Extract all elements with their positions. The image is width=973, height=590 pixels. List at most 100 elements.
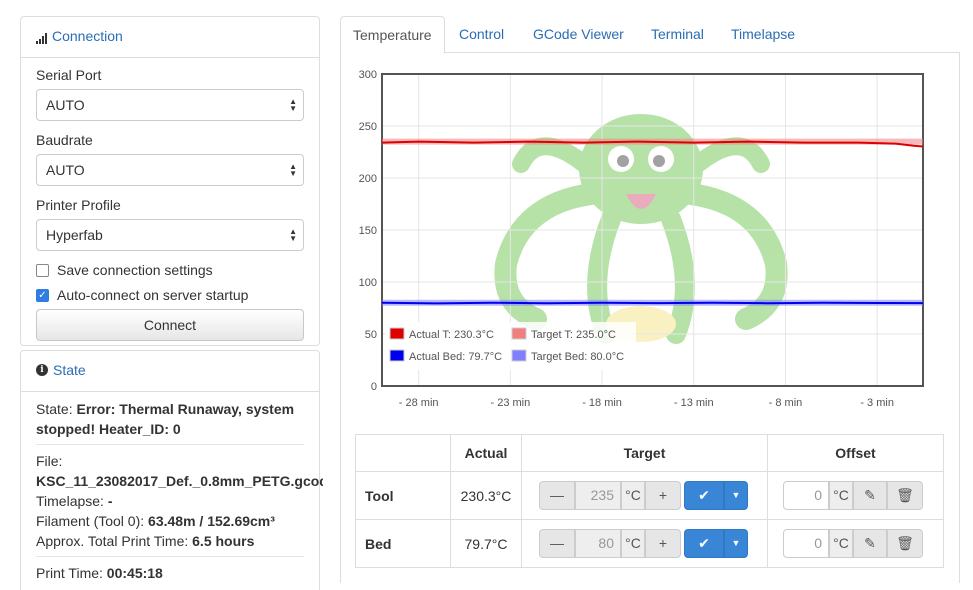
- x-tick-label: - 8 min: [769, 397, 803, 409]
- printer-profile-value: Hyperfab: [46, 227, 103, 243]
- tool-increase-button[interactable]: +: [645, 481, 681, 510]
- state-header[interactable]: i State: [36, 362, 86, 378]
- bed-offset-edit-button[interactable]: ✎: [853, 529, 887, 558]
- column-header-actual: Actual: [450, 434, 522, 472]
- legend-label: Actual T: 230.3°C: [409, 329, 494, 341]
- tool-target-unit: °C: [621, 481, 645, 510]
- row-name-bed: Bed: [355, 519, 451, 568]
- filament-line: Filament (Tool 0): 63.48m / 152.69cm³: [36, 513, 275, 529]
- file-label: File:: [36, 453, 63, 469]
- bed-target-dropdown-button[interactable]: ▼: [724, 529, 748, 558]
- table-row: Tool 230.3°C — 235 °C + ✔ ▼ 0 °C ✎ 🗑: [355, 471, 944, 520]
- x-tick-label: - 23 min: [490, 397, 530, 409]
- tool-set-target-button[interactable]: ✔: [684, 481, 724, 510]
- bed-offset-delete-button[interactable]: 🗑: [887, 529, 923, 558]
- file-value: KSC_11_23082017_Def._0.8mm_PETG.gcode: [36, 473, 323, 489]
- y-tick-label: 200: [359, 173, 377, 185]
- signal-icon: [36, 33, 47, 44]
- tool-offset-input[interactable]: 0: [783, 481, 829, 510]
- bed-offset-unit: °C: [829, 529, 853, 558]
- baudrate-label: Baudrate: [36, 132, 93, 148]
- checkmark-icon: ✔: [698, 535, 710, 551]
- octopus-watermark-icon: [494, 114, 788, 344]
- printer-profile-label: Printer Profile: [36, 197, 121, 213]
- tool-actual-value: 230.3°C: [450, 471, 522, 520]
- connection-title[interactable]: Connection: [52, 28, 123, 44]
- column-header-offset: Offset: [767, 434, 944, 472]
- select-arrows-icon: ▲ ▼: [289, 97, 297, 113]
- approx-time-line: Approx. Total Print Time: 6.5 hours: [36, 533, 255, 549]
- trash-icon: 🗑: [896, 535, 914, 551]
- tool-decrease-button[interactable]: —: [539, 481, 575, 510]
- bed-decrease-button[interactable]: —: [539, 529, 575, 558]
- tab-gcode-viewer[interactable]: GCode Viewer: [533, 16, 624, 53]
- checkbox-checked-icon[interactable]: ✓: [36, 288, 49, 302]
- connection-header[interactable]: Connection: [36, 28, 123, 44]
- state-value: Error: Thermal Runaway, system: [76, 401, 295, 417]
- legend-label: Actual Bed: 79.7°C: [409, 351, 502, 363]
- y-tick-label: 250: [359, 121, 377, 133]
- save-settings-checkbox[interactable]: Save connection settings: [36, 262, 213, 278]
- timelapse-line: Timelapse: -: [36, 493, 113, 509]
- autoconnect-checkbox[interactable]: ✓ Auto-connect on server startup: [36, 287, 248, 303]
- main-tabs: Temperature Control GCode Viewer Termina…: [340, 16, 960, 54]
- select-arrows-icon: ▲ ▼: [289, 162, 297, 178]
- tab-terminal[interactable]: Terminal: [651, 16, 704, 53]
- legend-label: Target Bed: 80.0°C: [531, 351, 624, 363]
- state-status-line2: stopped! Heater_ID: 0: [36, 421, 181, 437]
- state-value-cont: stopped! Heater_ID: 0: [36, 421, 181, 437]
- state-label: State:: [36, 401, 73, 417]
- tool-target-dropdown-button[interactable]: ▼: [724, 481, 748, 510]
- select-arrows-icon: ▲ ▼: [289, 227, 297, 243]
- state-status-line1: State: Error: Thermal Runaway, system: [36, 401, 294, 417]
- bed-set-target-button[interactable]: ✔: [684, 529, 724, 558]
- bed-actual-value: 79.7°C: [450, 519, 522, 568]
- serial-port-select[interactable]: AUTO ▲ ▼: [36, 89, 304, 121]
- legend-label: Target T: 235.0°C: [531, 329, 616, 341]
- row-name-tool: Tool: [355, 471, 451, 520]
- legend-swatch: [511, 327, 527, 340]
- table-row: Bed 79.7°C — 80 °C + ✔ ▼ 0 °C ✎ 🗑: [355, 519, 944, 568]
- legend-swatch: [511, 349, 527, 362]
- connection-panel: Connection Serial Port AUTO ▲ ▼ Baudrate …: [20, 16, 320, 346]
- baudrate-select[interactable]: AUTO ▲ ▼: [36, 154, 304, 186]
- x-tick-label: - 3 min: [860, 397, 894, 409]
- caret-down-icon: ▼: [731, 538, 741, 548]
- tool-offset-unit: °C: [829, 481, 853, 510]
- serial-port-label: Serial Port: [36, 67, 102, 83]
- checkbox-unchecked-icon[interactable]: [36, 263, 49, 277]
- column-header-target: Target: [521, 434, 768, 472]
- tool-offset-delete-button[interactable]: 🗑: [887, 481, 923, 510]
- bed-offset-input[interactable]: 0: [783, 529, 829, 558]
- y-tick-label: 150: [359, 225, 377, 237]
- trash-icon: 🗑: [896, 487, 914, 503]
- save-settings-label: Save connection settings: [57, 262, 213, 278]
- table-header-row: Actual Target Offset: [355, 434, 944, 472]
- bed-target-unit: °C: [621, 529, 645, 558]
- tool-target-input[interactable]: 235: [575, 481, 621, 510]
- x-tick-label: - 13 min: [674, 397, 714, 409]
- state-title[interactable]: State: [53, 362, 86, 378]
- tool-offset-edit-button[interactable]: ✎: [853, 481, 887, 510]
- connect-button[interactable]: Connect: [36, 309, 304, 341]
- y-tick-label: 100: [359, 277, 377, 289]
- tab-timelapse[interactable]: Timelapse: [731, 16, 795, 53]
- bed-target-input[interactable]: 80: [575, 529, 621, 558]
- legend-swatch: [389, 327, 405, 340]
- tab-control[interactable]: Control: [459, 16, 504, 53]
- pencil-icon: ✎: [864, 535, 876, 551]
- bed-increase-button[interactable]: +: [645, 529, 681, 558]
- pencil-icon: ✎: [864, 487, 876, 503]
- x-tick-label: - 28 min: [399, 397, 439, 409]
- caret-down-icon: ▼: [731, 490, 741, 500]
- state-panel: i State State: Error: Thermal Runaway, s…: [20, 350, 323, 590]
- legend-swatch: [389, 349, 405, 362]
- y-tick-label: 50: [365, 329, 377, 341]
- tab-temperature[interactable]: Temperature: [340, 16, 445, 54]
- printer-profile-select[interactable]: Hyperfab ▲ ▼: [36, 219, 304, 251]
- info-icon: i: [36, 364, 48, 376]
- x-tick-label: - 18 min: [582, 397, 622, 409]
- baudrate-value: AUTO: [46, 162, 85, 178]
- serial-port-value: AUTO: [46, 97, 85, 113]
- y-tick-label: 300: [359, 69, 377, 81]
